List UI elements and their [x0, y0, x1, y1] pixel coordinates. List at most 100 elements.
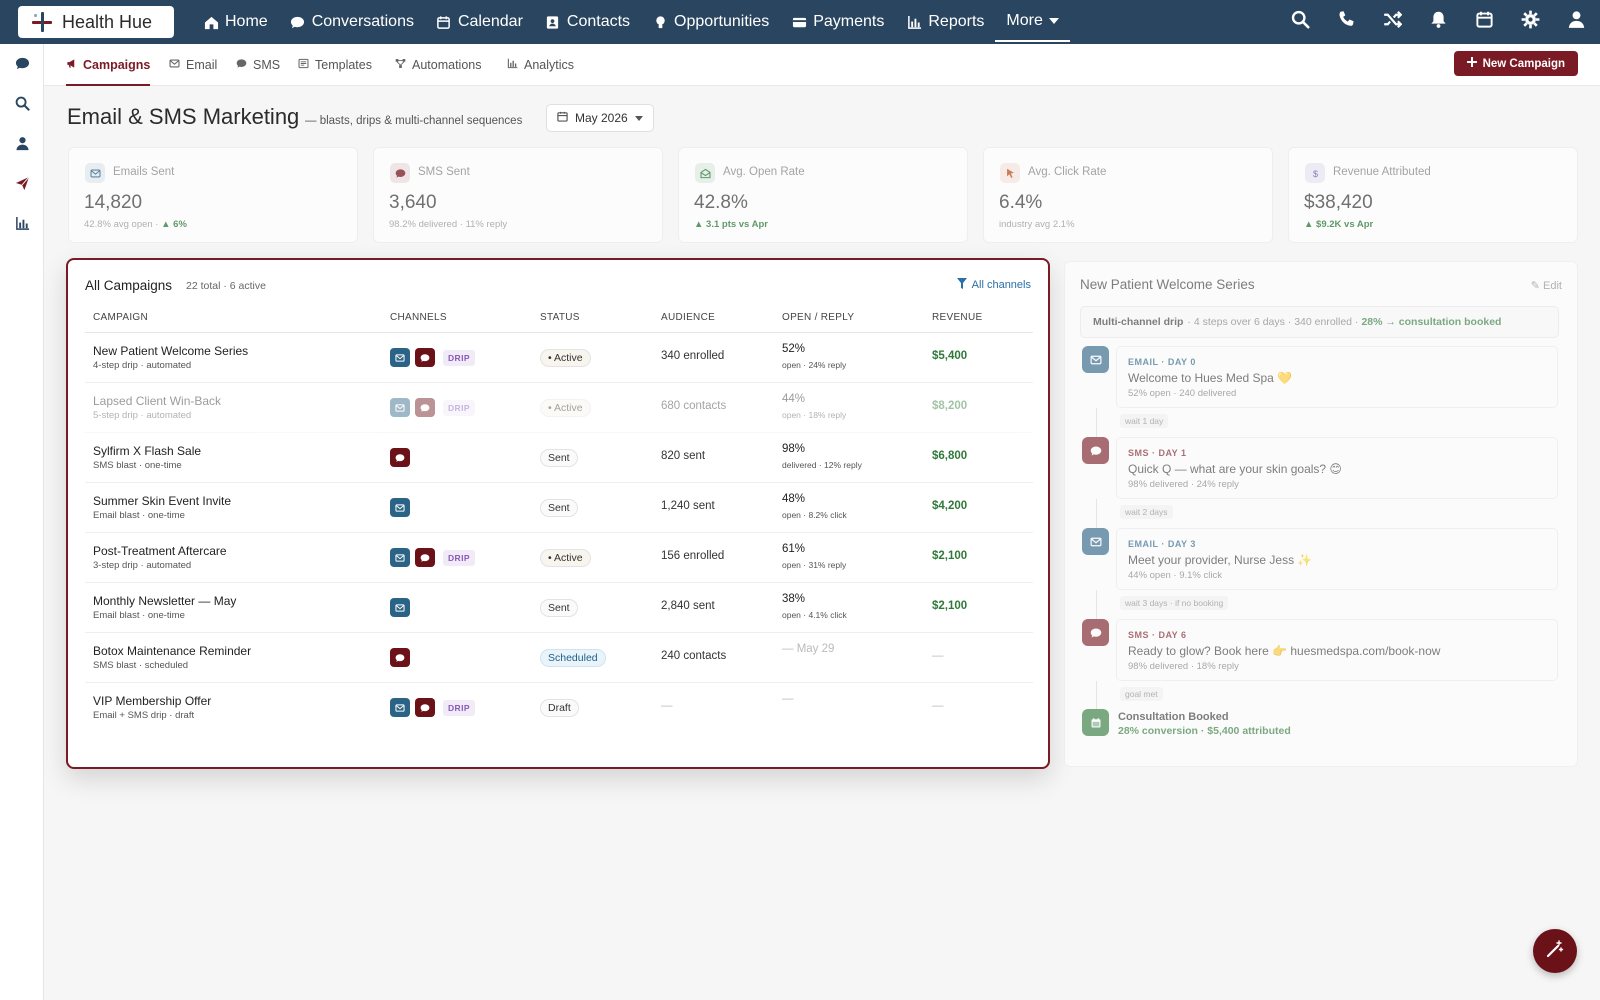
campaign-row[interactable]: New Patient Welcome Series 4-step drip ·…	[85, 333, 1033, 383]
edit-label: Edit	[1543, 280, 1562, 292]
page-title: Email & SMS Marketing	[67, 104, 300, 129]
shuffle-icon	[1383, 10, 1402, 34]
nav-item-calendar[interactable]: Calendar	[425, 0, 534, 44]
stat-value: 14,820	[84, 192, 143, 213]
chevron-down-icon	[1048, 12, 1059, 30]
campaign-name: Monthly Newsletter — May	[93, 594, 237, 608]
gear-icon	[1521, 10, 1540, 34]
nav-item-more[interactable]: More	[995, 2, 1070, 42]
home-icon	[203, 14, 219, 30]
campaign-meta: SMS blast · one-time	[93, 460, 182, 471]
stat-label: Avg. Open Rate	[723, 166, 805, 178]
pencil-icon: ✎	[1530, 280, 1540, 292]
nav-item-contacts[interactable]: Contacts	[534, 0, 641, 44]
rail-chat-button[interactable]	[13, 57, 31, 75]
column-header-audience[interactable]: AUDIENCE	[661, 312, 715, 323]
sms-channel-icon	[415, 548, 435, 567]
edit-sequence-button[interactable]: ✎ Edit	[1531, 279, 1562, 292]
status-badge: Draft	[540, 699, 579, 717]
rail-user-button[interactable]	[13, 137, 31, 155]
summary-conversion: 28% → consultation booked	[1361, 316, 1502, 328]
email-channel-icon	[390, 348, 410, 367]
email-channel-icon	[390, 398, 410, 417]
brand-logo[interactable]: Health Hue	[18, 6, 174, 38]
campaign-rate: 44%	[782, 393, 806, 405]
shuffle-button[interactable]	[1382, 10, 1402, 34]
column-header-status[interactable]: STATUS	[540, 312, 580, 323]
email-step-icon	[1082, 528, 1109, 555]
campaign-rate: 38%	[782, 593, 806, 605]
nav-item-payments[interactable]: Payments	[780, 0, 895, 44]
column-header-revenue[interactable]: REVENUE	[932, 312, 982, 323]
calendar-button[interactable]	[1474, 11, 1494, 32]
campaign-rate: 98%	[782, 443, 806, 455]
tab-label: Templates	[315, 58, 372, 72]
tab-analytics[interactable]: Analytics	[507, 44, 574, 86]
user-button[interactable]	[1566, 11, 1586, 32]
tab-email[interactable]: Email	[169, 44, 217, 86]
campaign-rate-detail: open · 18% reply	[782, 410, 847, 420]
rail-bar-chart-button[interactable]	[13, 216, 31, 235]
wait-label: goal met	[1120, 687, 1163, 701]
goal-title: Consultation Booked	[1118, 711, 1229, 723]
drip-badge: DRIP	[443, 399, 475, 416]
nav-item-conversations[interactable]: Conversations	[279, 0, 425, 44]
stat-note-text: 98.2% delivered · 11% reply	[389, 219, 508, 230]
campaign-row[interactable]: Monthly Newsletter — May Email blast · o…	[85, 583, 1033, 633]
top-navigation: Health Hue Home Conversations Calendar Cont…	[0, 0, 1600, 44]
nav-item-opportunities[interactable]: Opportunities	[641, 0, 780, 44]
sequence-step-card[interactable]: EMAIL · DAY 0 Welcome to Hues Med Spa 💛 …	[1116, 346, 1558, 408]
campaign-row[interactable]: Botox Maintenance Reminder SMS blast · s…	[85, 633, 1033, 683]
chat-icon	[236, 58, 247, 72]
campaign-row[interactable]: Sylfirm X Flash Sale SMS blast · one-tim…	[85, 433, 1033, 483]
bell-button[interactable]	[1428, 11, 1448, 32]
column-header-open-reply[interactable]: OPEN / REPLY	[782, 312, 854, 323]
tab-templates[interactable]: Templates	[298, 44, 372, 86]
campaign-row[interactable]: Lapsed Client Win-Back 5-step drip · aut…	[85, 383, 1033, 433]
tab-sms[interactable]: SMS	[236, 44, 280, 86]
column-header-channels[interactable]: CHANNELS	[390, 312, 447, 323]
nav-item-reports[interactable]: Reports	[895, 0, 995, 44]
nav-item-label: Payments	[813, 13, 885, 30]
campaign-revenue: $6,800	[932, 450, 968, 462]
tab-automations[interactable]: Automations	[395, 44, 481, 86]
campaign-row[interactable]: Post-Treatment Aftercare 3-step drip · a…	[85, 533, 1033, 583]
search-button[interactable]	[1290, 10, 1310, 34]
sequence-step-card[interactable]: SMS · DAY 6 Ready to glow? Book here 👉 h…	[1116, 619, 1558, 681]
campaign-rate: —	[782, 693, 794, 705]
campaign-row[interactable]: Summer Skin Event Invite Email blast · o…	[85, 483, 1033, 533]
status-badge: • Active	[540, 349, 591, 367]
calendar-icon	[436, 14, 452, 30]
step-kind: SMS · DAY 6	[1128, 630, 1187, 640]
column-header-campaign[interactable]: CAMPAIGN	[93, 312, 148, 323]
gear-button[interactable]	[1520, 10, 1540, 34]
sequence-step-card[interactable]: SMS · DAY 1 Quick Q — what are your skin…	[1116, 437, 1558, 499]
stat-label: SMS Sent	[418, 166, 470, 178]
sequence-step-card[interactable]: EMAIL · DAY 3 Meet your provider, Nurse …	[1116, 528, 1558, 590]
tab-campaigns[interactable]: Campaigns	[66, 44, 151, 86]
status-badge: • Active	[540, 399, 591, 417]
chevron-down-icon	[634, 111, 643, 125]
magic-wand-button[interactable]	[1533, 929, 1577, 973]
phone-button[interactable]	[1336, 11, 1356, 32]
stat-label: Revenue Attributed	[1333, 166, 1431, 178]
search-icon	[1291, 10, 1310, 34]
sms-channel-icon	[390, 648, 410, 667]
rail-send-button[interactable]	[13, 176, 31, 195]
rail-search-button[interactable]	[13, 96, 31, 115]
campaign-row[interactable]: VIP Membership Offer Email + SMS drip · …	[85, 683, 1033, 733]
campaign-meta: SMS blast · scheduled	[93, 660, 189, 671]
stat-note-text: 42.8% avg open ·	[84, 219, 159, 230]
campaign-channels: DRIP	[390, 348, 475, 367]
campaign-revenue: —	[932, 650, 944, 662]
stat-value: 42.8%	[694, 192, 748, 213]
channel-filter[interactable]: All channels	[956, 278, 1031, 292]
nav-item-home[interactable]: Home	[192, 0, 279, 44]
nav-more-label: More	[1006, 12, 1043, 29]
stat-note: ▲ 3.1 pts vs Apr	[694, 219, 768, 230]
campaign-channels: DRIP	[390, 398, 475, 417]
stat-note: ▲ $9.2K vs Apr	[1304, 219, 1373, 230]
new-campaign-button[interactable]: New Campaign	[1453, 51, 1578, 76]
month-selector[interactable]: May 2026	[546, 104, 654, 132]
campaign-revenue: $8,200	[932, 400, 968, 412]
